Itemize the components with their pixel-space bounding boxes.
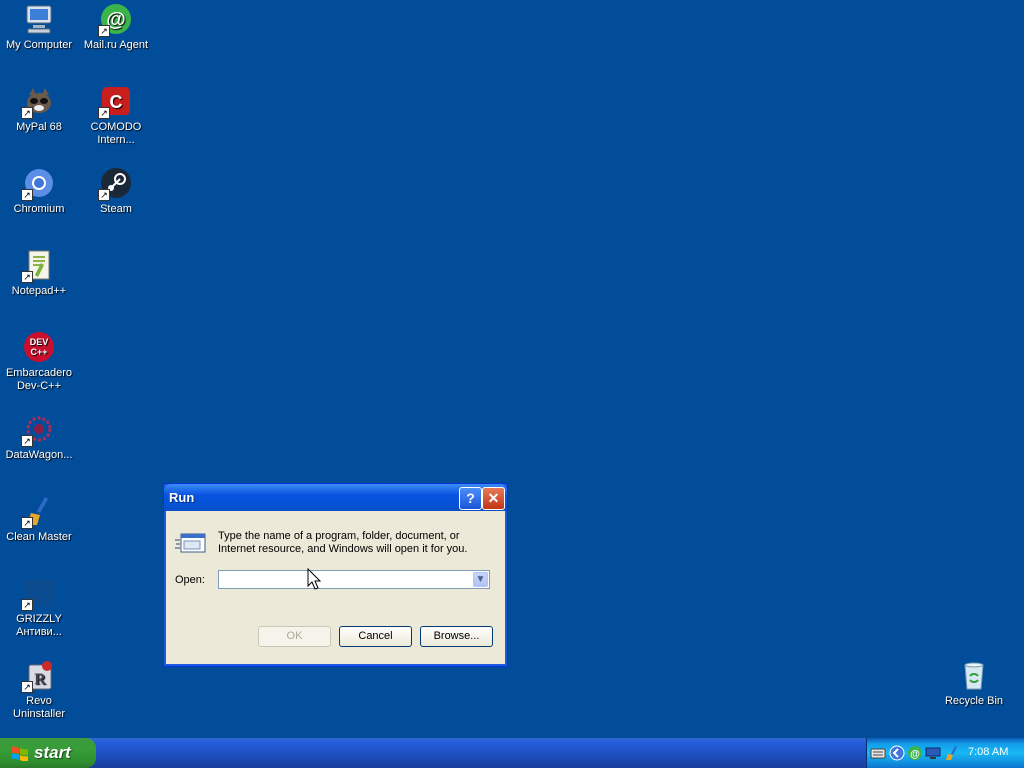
shortcut-arrow-icon: ↗ (21, 517, 33, 529)
shortcut-arrow-icon: ↗ (98, 25, 110, 37)
steam-icon: ↗ (98, 167, 132, 201)
chromium-icon: ↗ (21, 167, 55, 201)
start-label: start (34, 743, 71, 762)
desktop-icon-label: Chromium (13, 203, 65, 215)
devcpp-icon: DEV C++ (23, 331, 55, 363)
start-button[interactable]: start (0, 738, 96, 768)
desktop-icon-label: Clean Master (6, 531, 72, 543)
desktop-icon-comodo[interactable]: C ↗ COMODO Intern... (77, 85, 155, 147)
shortcut-arrow-icon: ↗ (98, 189, 110, 201)
desktop-icon-label: GRIZZLY Антиви... (16, 613, 62, 638)
desktop: My Computer ↗ MyPal 68 ↗ Chromium ↗ Note… (0, 0, 1024, 738)
svg-text:C: C (110, 92, 123, 112)
shortcut-arrow-icon: ↗ (98, 107, 110, 119)
comodo-icon: C ↗ (98, 85, 132, 119)
shortcut-arrow-icon: ↗ (21, 189, 33, 201)
cancel-button[interactable]: Cancel (339, 626, 412, 647)
desktop-icon-revo-uninstaller[interactable]: R ↗ Revo Uninstaller (0, 659, 78, 721)
taskbar: start @ 7:08 AM (0, 738, 1024, 768)
desktop-icon-label: Revo Uninstaller (13, 695, 65, 720)
desktop-icon-devcpp[interactable]: DEV C++ Embarcadero Dev-C++ (0, 331, 78, 393)
system-tray: @ 7:08 AM (866, 738, 1024, 768)
run-dialog-titlebar[interactable]: Run ? ✕ (164, 484, 507, 511)
desktop-icon-recycle-bin[interactable]: Recycle Bin (935, 659, 1013, 708)
my-computer-icon (23, 3, 55, 35)
mail-ru-tray-icon[interactable]: @ (907, 745, 923, 761)
shortcut-arrow-icon: ↗ (21, 107, 33, 119)
run-dialog-description: Type the name of a program, folder, docu… (218, 530, 468, 555)
desktop-icon-label: Steam (100, 203, 132, 215)
open-combobox[interactable]: ▼ (218, 570, 490, 589)
shortcut-arrow-icon: ↗ (21, 681, 33, 693)
desktop-icon-notepadpp[interactable]: ↗ Notepad++ (0, 249, 78, 298)
shortcut-arrow-icon: ↗ (21, 599, 33, 611)
windows-logo-icon (12, 746, 28, 761)
run-dialog: Run ? ✕ Type the name of a program, fold… (163, 483, 508, 667)
desktop-icon-steam[interactable]: ↗ Steam (77, 167, 155, 216)
desktop-icon-label: Notepad++ (11, 285, 67, 297)
clock[interactable]: 7:08 AM (968, 746, 1008, 758)
desktop-icon-label: My Computer (5, 39, 73, 51)
close-button[interactable]: ✕ (482, 487, 505, 510)
chromium-tray-icon[interactable] (889, 745, 905, 761)
svg-text:C++: C++ (30, 347, 47, 357)
open-dropdown-button[interactable]: ▼ (473, 572, 488, 587)
ok-button[interactable]: OK (258, 626, 331, 647)
help-icon: ? (466, 490, 475, 506)
shortcut-arrow-icon: ↗ (21, 435, 33, 447)
desktop-icon-datawagon[interactable]: ↗ DataWagon... (0, 413, 78, 462)
revo-uninstaller-icon: R ↗ (21, 659, 55, 693)
open-label: Open: (175, 574, 205, 586)
grizzly-icon: ↗ (21, 577, 55, 611)
clean-master-icon: ↗ (21, 495, 55, 529)
recycle-bin-icon (958, 659, 990, 691)
notepadpp-icon: ↗ (21, 249, 55, 283)
close-icon: ✕ (487, 490, 500, 506)
mail-ru-agent-icon: @ ↗ (98, 3, 132, 37)
desktop-icon-label: MyPal 68 (16, 121, 62, 133)
broom-icon[interactable] (944, 745, 960, 761)
desktop-icon-chromium[interactable]: ↗ Chromium (0, 167, 78, 216)
mouse-cursor-icon (307, 568, 321, 590)
desktop-icon-clean-master[interactable]: ↗ Clean Master (0, 495, 78, 544)
help-button[interactable]: ? (459, 487, 482, 510)
desktop-icon-mail-ru-agent[interactable]: @ ↗ Mail.ru Agent (77, 3, 155, 52)
desktop-icon-label: Embarcadero Dev-C++ (5, 367, 73, 392)
desktop-icon-label: Recycle Bin (944, 695, 1004, 707)
mypal-icon: ↗ (21, 85, 55, 119)
svg-text:R: R (34, 671, 46, 688)
desktop-icon-my-computer[interactable]: My Computer (0, 3, 78, 52)
datawagon-icon: ↗ (21, 413, 55, 447)
desktop-icon-grizzly[interactable]: ↗ GRIZZLY Антиви... (0, 577, 78, 639)
browse-button[interactable]: Browse... (420, 626, 493, 647)
shortcut-arrow-icon: ↗ (21, 271, 33, 283)
keyboard-icon[interactable] (870, 745, 886, 761)
run-program-icon (175, 533, 206, 553)
chevron-down-icon: ▼ (475, 574, 486, 585)
desktop-icon-label: Mail.ru Agent (83, 39, 149, 51)
desktop-icon-label: COMODO Intern... (90, 121, 142, 146)
svg-text:@: @ (910, 749, 920, 760)
run-dialog-title: Run (169, 490, 195, 505)
desktop-icon-mypal[interactable]: ↗ MyPal 68 (0, 85, 78, 134)
desktop-icon-label: DataWagon... (5, 449, 73, 461)
network-icon[interactable] (925, 745, 941, 761)
svg-text:DEV: DEV (30, 337, 49, 347)
